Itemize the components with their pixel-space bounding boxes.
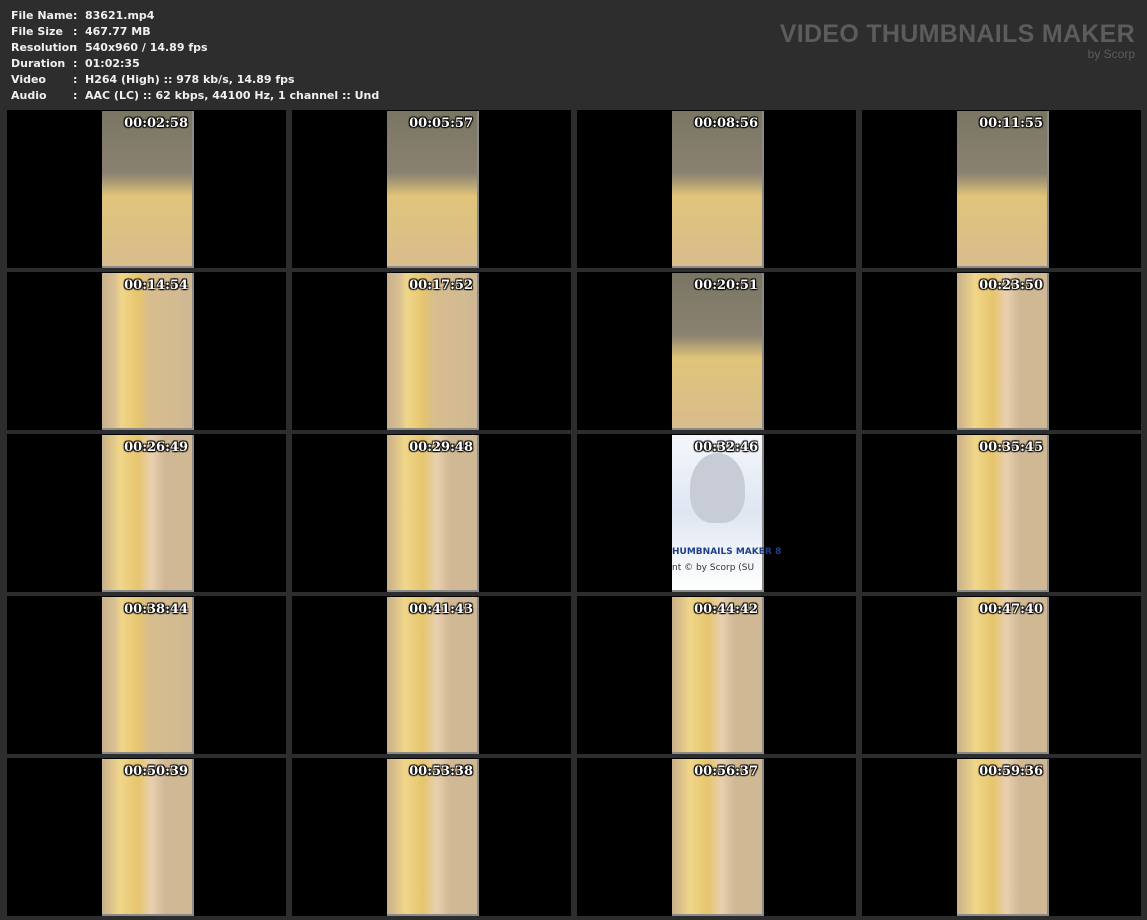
thumbnail-cell: 00:56:37 (577, 758, 856, 916)
thumbnail-image: 00:20:51 (672, 273, 764, 430)
thumbnail-image: 00:59:36 (957, 759, 1049, 916)
thumbnail-image: 00:05:57 (387, 111, 479, 268)
info-separator: : (73, 9, 78, 22)
thumbnail-image: 00:17:52 (387, 273, 479, 430)
info-row: Duration:01:02:35 (11, 56, 379, 72)
info-value: AAC (LC) :: 62 kbps, 44100 Hz, 1 channel… (85, 89, 380, 102)
thumbnail-image: 00:56:37 (672, 759, 764, 916)
thumbnail-cell: 00:23:50 (862, 272, 1141, 430)
thumbnail-cell: 00:17:52 (292, 272, 571, 430)
timestamp: 00:47:40 (979, 602, 1043, 617)
timestamp: 00:44:42 (694, 602, 758, 617)
thumbnail-image: 00:38:44 (102, 597, 194, 754)
info-row: File Name:83621.mp4 (11, 8, 379, 24)
thumbnail-cell: 00:02:58 (7, 110, 286, 268)
thumbnail-cell: 00:08:56 (577, 110, 856, 268)
thumbnail-image: 00:23:50 (957, 273, 1049, 430)
logo-title: VIDEO THUMBNAILS MAKER (779, 20, 1135, 48)
thumbnail-cell: 00:44:42 (577, 596, 856, 754)
info-value: H264 (High) :: 978 kb/s, 14.89 fps (85, 73, 295, 86)
thumbnail-image: 00:26:49 (102, 435, 194, 592)
info-key: File Name (11, 9, 73, 22)
timestamp: 00:05:57 (409, 116, 473, 131)
timestamp: 00:29:48 (409, 440, 473, 455)
app-logo: VIDEO THUMBNAILS MAKER by Scorp (780, 20, 1135, 60)
embedded-logo-text: HUMBNAILS MAKER 8 (672, 547, 782, 557)
thumbnail-cell: HUMBNAILS MAKER 8 nt © by Scorp (SU 00:32:… (577, 434, 856, 592)
thumbnail-image: 00:35:45 (957, 435, 1049, 592)
info-key: Duration (11, 57, 66, 70)
timestamp: 00:38:44 (124, 602, 188, 617)
info-separator: : (73, 57, 78, 70)
thumbnail-image: 00:29:48 (387, 435, 479, 592)
thumbnail-image: 00:53:38 (387, 759, 479, 916)
timestamp: 00:20:51 (694, 278, 758, 293)
info-row: Resolution:540x960 / 14.89 fps (11, 40, 379, 56)
timestamp: 00:14:54 (124, 278, 188, 293)
info-key: Resolution (11, 41, 78, 54)
thumbnail-cell: 00:26:49 (7, 434, 286, 592)
info-row: Video: H264 (High) :: 978 kb/s, 14.89 fps (11, 72, 379, 88)
info-separator: : (73, 73, 78, 86)
timestamp: 00:26:49 (124, 440, 188, 455)
thumbnail-image: 00:41:43 (387, 597, 479, 754)
thumbnail-cell: 00:14:54 (7, 272, 286, 430)
timestamp: 00:23:50 (979, 278, 1043, 293)
info-key: Audio (11, 89, 47, 102)
thumbnail-cell: 00:35:45 (862, 434, 1141, 592)
info-row: File Size:467.77 MB (11, 24, 379, 40)
info-key: Video (11, 73, 46, 86)
info-value: 467.77 MB (85, 25, 151, 38)
thumbnail-cell: 00:53:38 (292, 758, 571, 916)
timestamp: 00:50:39 (124, 764, 188, 779)
info-separator: : (73, 89, 78, 102)
info-separator: : (73, 41, 78, 54)
thumbnail-image: 00:47:40 (957, 597, 1049, 754)
info-row: Audio: AAC (LC) :: 62 kbps, 44100 Hz, 1 c… (11, 88, 379, 104)
thumbnail-cell: 00:47:40 (862, 596, 1141, 754)
info-value: 01:02:35 (85, 57, 140, 70)
thumbnail-cell: 00:38:44 (7, 596, 286, 754)
timestamp: 00:32:46 (694, 440, 758, 455)
timestamp: 00:08:56 (694, 116, 758, 131)
thumbnail-cell: 00:50:39 (7, 758, 286, 916)
logo-byline: by Scorp (1087, 47, 1135, 61)
timestamp: 00:41:43 (409, 602, 473, 617)
thumbnail-image: 00:02:58 (102, 111, 194, 268)
timestamp: 00:56:37 (694, 764, 758, 779)
thumbnail-image: 00:50:39 (102, 759, 194, 916)
thumbnail-image: 00:44:42 (672, 597, 764, 754)
info-separator: : (73, 25, 78, 38)
timestamp: 00:02:58 (124, 116, 188, 131)
thumbnail-cell: 00:20:51 (577, 272, 856, 430)
timestamp: 00:59:36 (979, 764, 1043, 779)
info-value: 83621.mp4 (85, 9, 155, 22)
thumbnail-cell: 00:29:48 (292, 434, 571, 592)
info-key: File Size (11, 25, 63, 38)
file-info-panel: File Name:83621.mp4 File Size:467.77 MB Re… (11, 8, 379, 104)
thumbnail-cell: 00:05:57 (292, 110, 571, 268)
thumbnail-cell: 00:41:43 (292, 596, 571, 754)
thumbnail-image: 00:08:56 (672, 111, 764, 268)
timestamp: 00:35:45 (979, 440, 1043, 455)
owl-logo-icon (690, 453, 745, 523)
embedded-copyright-text: nt © by Scorp (SU (672, 563, 755, 573)
thumbnail-grid: 00:02:58 00:05:57 00:08:56 00:11:55 00:14:54… (7, 110, 1141, 916)
timestamp: 00:11:55 (979, 116, 1043, 131)
thumbnail-image: HUMBNAILS MAKER 8 nt © by Scorp (SU 00:32:… (672, 435, 781, 592)
thumbnail-image: 00:14:54 (102, 273, 194, 430)
thumbnail-cell: 00:11:55 (862, 110, 1141, 268)
info-value: 540x960 / 14.89 fps (85, 41, 208, 54)
timestamp: 00:17:52 (409, 278, 473, 293)
timestamp: 00:53:38 (409, 764, 473, 779)
thumbnail-image: 00:11:55 (957, 111, 1049, 268)
thumbnail-cell: 00:59:36 (862, 758, 1141, 916)
